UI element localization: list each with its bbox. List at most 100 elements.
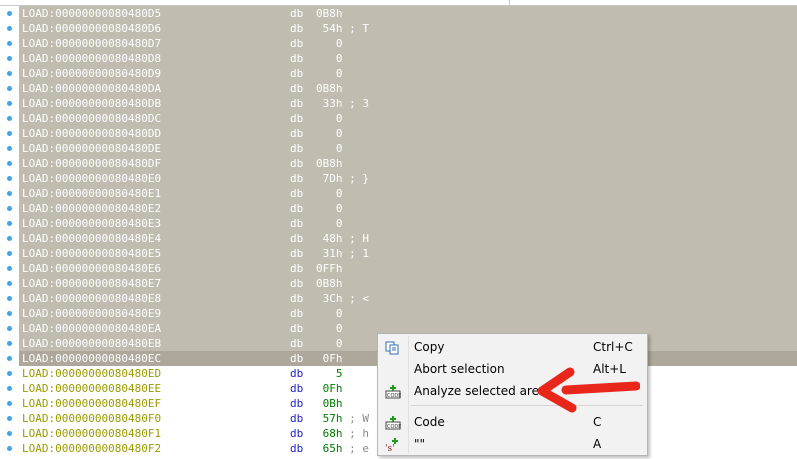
listing-row[interactable]: LOAD:00000000080480E1 db 0	[19, 186, 797, 201]
breakpoint-dot[interactable]	[7, 71, 12, 76]
listing-row[interactable]: LOAD:00000000080480DC db 0	[19, 111, 797, 126]
menu-item-shortcut: Ctrl+C	[593, 340, 633, 354]
breakpoint-dot[interactable]	[7, 176, 12, 181]
listing-row[interactable]: LOAD:00000000080480E7 db 0B8h	[19, 276, 797, 291]
listing-row[interactable]: LOAD:00000000080480E5 db 31h ; 1	[19, 246, 797, 261]
string-plus-icon: 's'	[385, 437, 401, 454]
breakpoint-dot[interactable]	[7, 221, 12, 226]
listing-row[interactable]: LOAD:00000000080480E4 db 48h ; H	[19, 231, 797, 246]
breakpoint-dot[interactable]	[7, 356, 12, 361]
row-address[interactable]: LOAD:00000000080480D6	[22, 21, 161, 36]
row-address[interactable]: LOAD:00000000080480E4	[22, 231, 161, 246]
breakpoint-dot[interactable]	[7, 401, 12, 406]
breakpoint-dot[interactable]	[7, 101, 12, 106]
listing-row[interactable]: LOAD:00000000080480D6 db 54h ; T	[19, 21, 797, 36]
listing-row[interactable]: LOAD:00000000080480E3 db 0	[19, 216, 797, 231]
row-address[interactable]: LOAD:00000000080480ED	[22, 366, 161, 381]
row-address[interactable]: LOAD:00000000080480E8	[22, 291, 161, 306]
row-address[interactable]: LOAD:00000000080480E6	[22, 261, 161, 276]
row-address[interactable]: LOAD:00000000080480E5	[22, 246, 161, 261]
operand-value: 0	[316, 127, 343, 140]
listing-row[interactable]: LOAD:00000000080480D9 db 0	[19, 66, 797, 81]
listing-row[interactable]: LOAD:00000000080480DE db 0	[19, 141, 797, 156]
listing-row[interactable]: LOAD:00000000080480DD db 0	[19, 126, 797, 141]
row-address[interactable]: LOAD:00000000080480DD	[22, 126, 161, 141]
breakpoint-dot[interactable]	[7, 431, 12, 436]
menu-item-code[interactable]: CODE Code C	[378, 411, 647, 433]
breakpoint-dot[interactable]	[7, 311, 12, 316]
listing-row[interactable]: LOAD:00000000080480DB db 33h ; 3	[19, 96, 797, 111]
breakpoint-dot[interactable]	[7, 236, 12, 241]
breakpoint-dot[interactable]	[7, 281, 12, 286]
breakpoint-dot[interactable]	[7, 326, 12, 331]
breakpoint-dot[interactable]	[7, 191, 12, 196]
breakpoint-dot[interactable]	[7, 146, 12, 151]
listing-row[interactable]: LOAD:00000000080480E9 db 0	[19, 306, 797, 321]
row-operand: 0	[316, 66, 343, 81]
operand-value: 31h	[316, 247, 343, 260]
breakpoint-dot[interactable]	[7, 131, 12, 136]
breakpoint-dot[interactable]	[7, 371, 12, 376]
row-address[interactable]: LOAD:00000000080480DB	[22, 96, 161, 111]
row-operand: 0	[316, 141, 343, 156]
row-mnemonic: db	[290, 367, 304, 380]
breakpoint-dot[interactable]	[7, 41, 12, 46]
menu-item-copy[interactable]: Copy Ctrl+C	[378, 336, 647, 358]
breakpoint-dot[interactable]	[7, 296, 12, 301]
row-address[interactable]: LOAD:00000000080480E1	[22, 186, 161, 201]
row-address[interactable]: LOAD:00000000080480E9	[22, 306, 161, 321]
listing-row[interactable]: LOAD:00000000080480D5 db 0B8h	[19, 6, 797, 21]
row-address[interactable]: LOAD:00000000080480DF	[22, 156, 161, 171]
row-address[interactable]: LOAD:00000000080480EC	[22, 351, 161, 366]
row-address[interactable]: LOAD:00000000080480DC	[22, 111, 161, 126]
row-address[interactable]: LOAD:00000000080480E3	[22, 216, 161, 231]
row-address[interactable]: LOAD:00000000080480EF	[22, 396, 161, 411]
breakpoint-dot[interactable]	[7, 26, 12, 31]
row-operand: 0Fh	[316, 351, 343, 366]
breakpoint-gutter[interactable]	[0, 6, 19, 454]
row-address[interactable]: LOAD:00000000080480D5	[22, 6, 161, 21]
listing-row[interactable]: LOAD:00000000080480E8 db 3Ch ; <	[19, 291, 797, 306]
row-address[interactable]: LOAD:00000000080480D8	[22, 51, 161, 66]
menu-item-label: Analyze selected area	[414, 384, 547, 398]
row-address[interactable]: LOAD:00000000080480E7	[22, 276, 161, 291]
row-address[interactable]: LOAD:00000000080480EB	[22, 336, 161, 351]
row-operand: 0	[316, 216, 343, 231]
listing-row[interactable]: LOAD:00000000080480E0 db 7Dh ; }	[19, 171, 797, 186]
operand-value: 54h	[316, 22, 343, 35]
listing-row[interactable]: LOAD:00000000080480DF db 0B8h	[19, 156, 797, 171]
row-mnemonic: db	[290, 232, 304, 245]
breakpoint-dot[interactable]	[7, 386, 12, 391]
menu-item-string[interactable]: 's' "" A	[378, 433, 647, 455]
breakpoint-dot[interactable]	[7, 266, 12, 271]
row-address[interactable]: LOAD:00000000080480F0	[22, 411, 161, 426]
listing-row[interactable]: LOAD:00000000080480DA db 0B8h	[19, 81, 797, 96]
row-address[interactable]: LOAD:00000000080480DA	[22, 81, 161, 96]
breakpoint-dot[interactable]	[7, 11, 12, 16]
row-address[interactable]: LOAD:00000000080480F1	[22, 426, 161, 441]
breakpoint-dot[interactable]	[7, 116, 12, 121]
breakpoint-dot[interactable]	[7, 251, 12, 256]
listing-row[interactable]: LOAD:00000000080480E2 db 0	[19, 201, 797, 216]
row-address[interactable]: LOAD:00000000080480EE	[22, 381, 161, 396]
breakpoint-dot[interactable]	[7, 86, 12, 91]
row-address[interactable]: LOAD:00000000080480D7	[22, 36, 161, 51]
breakpoint-dot[interactable]	[7, 206, 12, 211]
row-address[interactable]: LOAD:00000000080480EA	[22, 321, 161, 336]
breakpoint-dot[interactable]	[7, 416, 12, 421]
breakpoint-dot[interactable]	[7, 341, 12, 346]
row-address[interactable]: LOAD:00000000080480E0	[22, 171, 161, 186]
listing-row[interactable]: LOAD:00000000080480E6 db 0FFh	[19, 261, 797, 276]
row-address[interactable]: LOAD:00000000080480D9	[22, 66, 161, 81]
breakpoint-dot[interactable]	[7, 161, 12, 166]
breakpoint-dot[interactable]	[7, 56, 12, 61]
row-mnemonic: db	[290, 322, 304, 335]
row-address[interactable]: LOAD:00000000080480DE	[22, 141, 161, 156]
menu-item-label: Abort selection	[414, 362, 505, 376]
listing-row[interactable]: LOAD:00000000080480D8 db 0	[19, 51, 797, 66]
operand-value: 0	[316, 322, 343, 335]
breakpoint-dot[interactable]	[7, 446, 12, 451]
listing-row[interactable]: LOAD:00000000080480D7 db 0	[19, 36, 797, 51]
row-address[interactable]: LOAD:00000000080480E2	[22, 201, 161, 216]
row-mnemonic: db	[290, 82, 304, 95]
